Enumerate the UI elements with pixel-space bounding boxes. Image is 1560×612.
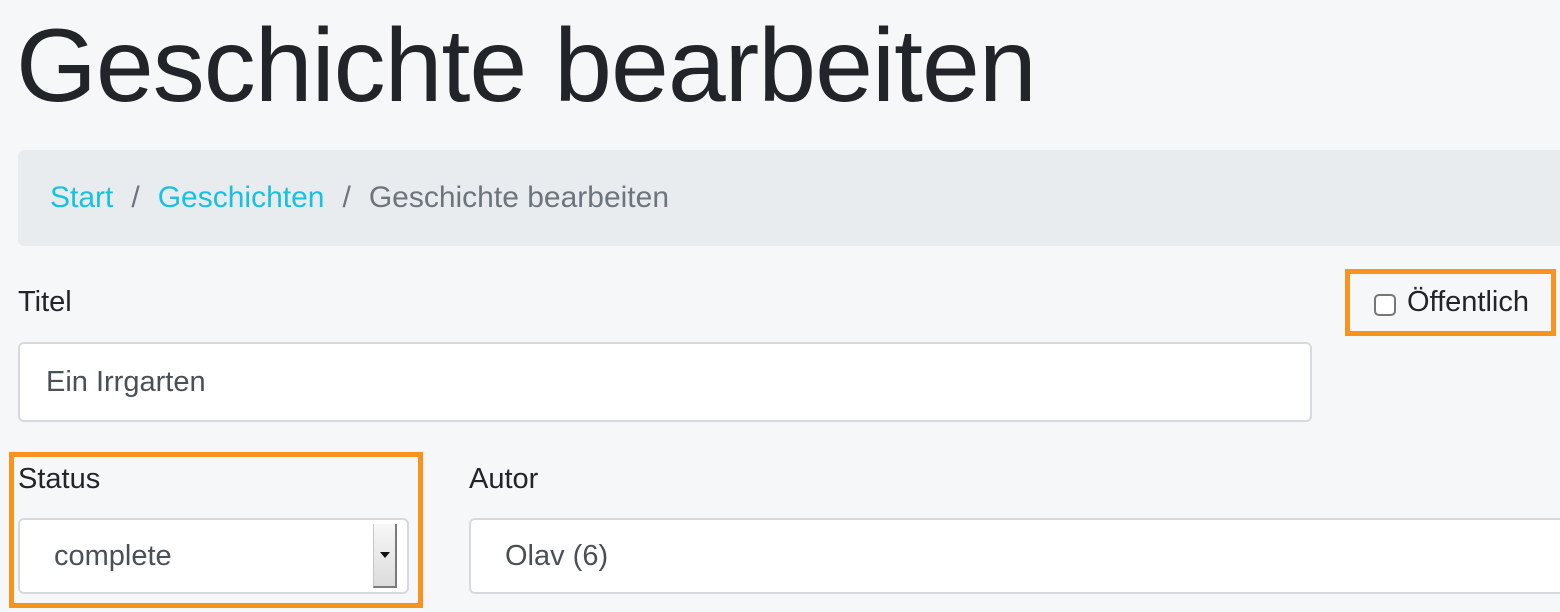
title-input[interactable]: Ein Irrgarten <box>18 342 1312 422</box>
title-label: Titel <box>18 286 72 318</box>
title-input-value: Ein Irrgarten <box>46 365 206 398</box>
breadcrumb-separator: / <box>131 181 140 214</box>
status-select[interactable]: complete <box>18 518 409 594</box>
breadcrumb: Start / Geschichten / Geschichte bearbei… <box>18 150 1560 246</box>
breadcrumb-link-start[interactable]: Start <box>50 181 113 215</box>
breadcrumb-separator: / <box>342 181 351 214</box>
dropdown-arrow-icon[interactable] <box>373 524 397 588</box>
author-label: Autor <box>469 463 539 495</box>
author-select-value: Olav (6) <box>505 539 609 572</box>
status-select-value: complete <box>54 539 172 572</box>
public-checkbox-label[interactable]: Öffentlich <box>1407 286 1529 319</box>
public-checkbox[interactable] <box>1374 294 1396 316</box>
caret-down-icon <box>379 552 390 558</box>
author-select[interactable]: Olav (6) <box>469 518 1560 594</box>
breadcrumb-link-geschichten[interactable]: Geschichten <box>158 181 325 215</box>
status-label: Status <box>18 463 101 495</box>
page-title: Geschichte bearbeiten <box>16 8 1037 124</box>
breadcrumb-current: Geschichte bearbeiten <box>368 181 670 214</box>
